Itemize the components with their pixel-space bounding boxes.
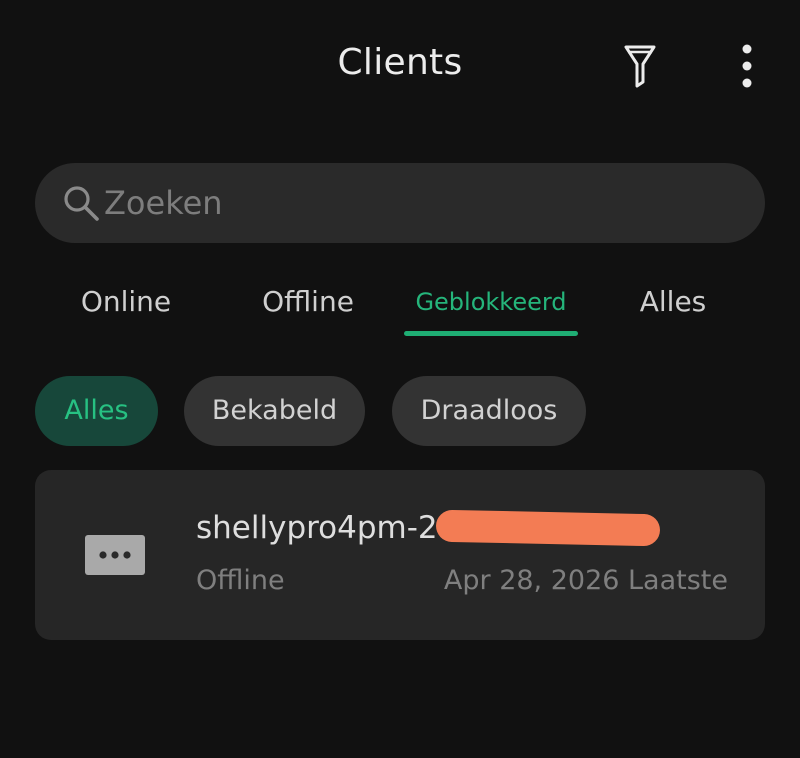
- page-title: Clients: [337, 42, 463, 83]
- client-last-seen: Apr 28, 2026 Laatste: [443, 565, 728, 596]
- client-name: shellypro4pm-2: [196, 510, 438, 546]
- search-icon: [64, 186, 99, 221]
- top-app-bar: Clients: [0, 0, 800, 135]
- tab-alles[interactable]: Alles: [602, 280, 744, 330]
- filter-chip-alles[interactable]: Alles: [35, 376, 158, 446]
- more-vertical-icon: [742, 44, 752, 88]
- tab-geblokkeerd[interactable]: Geblokkeerd: [404, 280, 578, 330]
- filter-chip-bekabeld[interactable]: Bekabeld: [184, 376, 365, 446]
- tab-online[interactable]: Online: [48, 280, 204, 330]
- redaction-mark: [435, 509, 661, 547]
- unknown-device-icon: [85, 535, 145, 575]
- filter-icon: [624, 45, 656, 88]
- tab-offline[interactable]: Offline: [232, 280, 384, 330]
- filter-button[interactable]: [614, 40, 666, 92]
- filter-chip-draadloos[interactable]: Draadloos: [392, 376, 586, 446]
- more-options-button[interactable]: [722, 40, 772, 92]
- client-status: Offline: [196, 565, 285, 596]
- search-input[interactable]: [104, 170, 724, 236]
- active-tab-indicator: [404, 331, 578, 336]
